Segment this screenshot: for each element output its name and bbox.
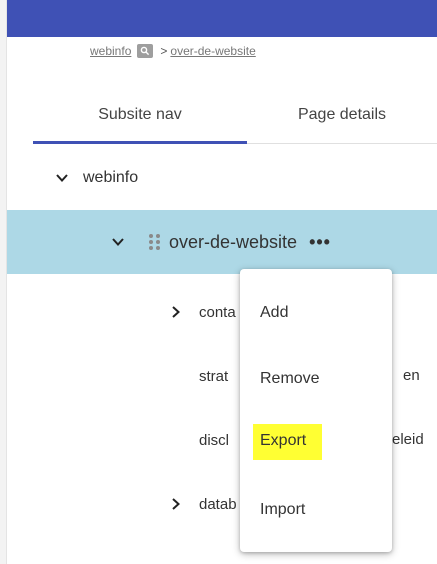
tree-node-label: webinfo: [83, 169, 139, 186]
search-icon[interactable]: [137, 44, 154, 58]
tree-node-label: discl: [199, 431, 230, 449]
menu-item-remove[interactable]: Remove: [240, 355, 392, 403]
tree-node-label: over-de-website: [169, 231, 298, 252]
chevron-down-icon[interactable]: [111, 235, 125, 249]
top-app-bar: [7, 0, 437, 37]
tab-page-details[interactable]: Page details: [247, 88, 437, 142]
active-tab-indicator: [33, 141, 247, 144]
menu-item-label: Add: [260, 304, 289, 321]
tree-node-over-de-website[interactable]: over-de-website •••: [7, 210, 437, 274]
context-menu: Add Remove Export Import: [240, 269, 392, 552]
chevron-down-icon[interactable]: [55, 171, 69, 185]
menu-item-label: Export: [260, 432, 307, 449]
tree-node-label-tail: eleid: [392, 431, 424, 448]
menu-item-label: Import: [260, 501, 306, 518]
tree-node-label: conta: [199, 303, 236, 321]
tree-node-label-tail: en: [403, 367, 420, 384]
more-options-icon[interactable]: •••: [309, 232, 331, 253]
chevron-right-icon[interactable]: [169, 305, 183, 319]
tab-bar: Subsite nav Page details: [33, 88, 437, 144]
tree-node-label: datab: [199, 495, 237, 513]
menu-item-import[interactable]: Import: [240, 486, 392, 534]
menu-item-add[interactable]: Add: [240, 289, 392, 337]
breadcrumb: webinfo > over-de-website: [90, 44, 256, 58]
tree-node-webinfo[interactable]: webinfo: [7, 160, 437, 196]
tab-subsite-nav[interactable]: Subsite nav: [33, 88, 247, 142]
chevron-right-icon[interactable]: [169, 497, 183, 511]
menu-item-export[interactable]: Export: [240, 417, 392, 465]
tree-node-label: strat: [199, 367, 229, 385]
breadcrumb-current-link[interactable]: over-de-website: [170, 44, 255, 58]
breadcrumb-separator: >: [160, 44, 168, 58]
menu-item-label: Remove: [260, 370, 320, 387]
drag-handle-icon[interactable]: [147, 232, 163, 252]
left-edge: [0, 0, 7, 564]
breadcrumb-root-link[interactable]: webinfo: [90, 44, 131, 58]
